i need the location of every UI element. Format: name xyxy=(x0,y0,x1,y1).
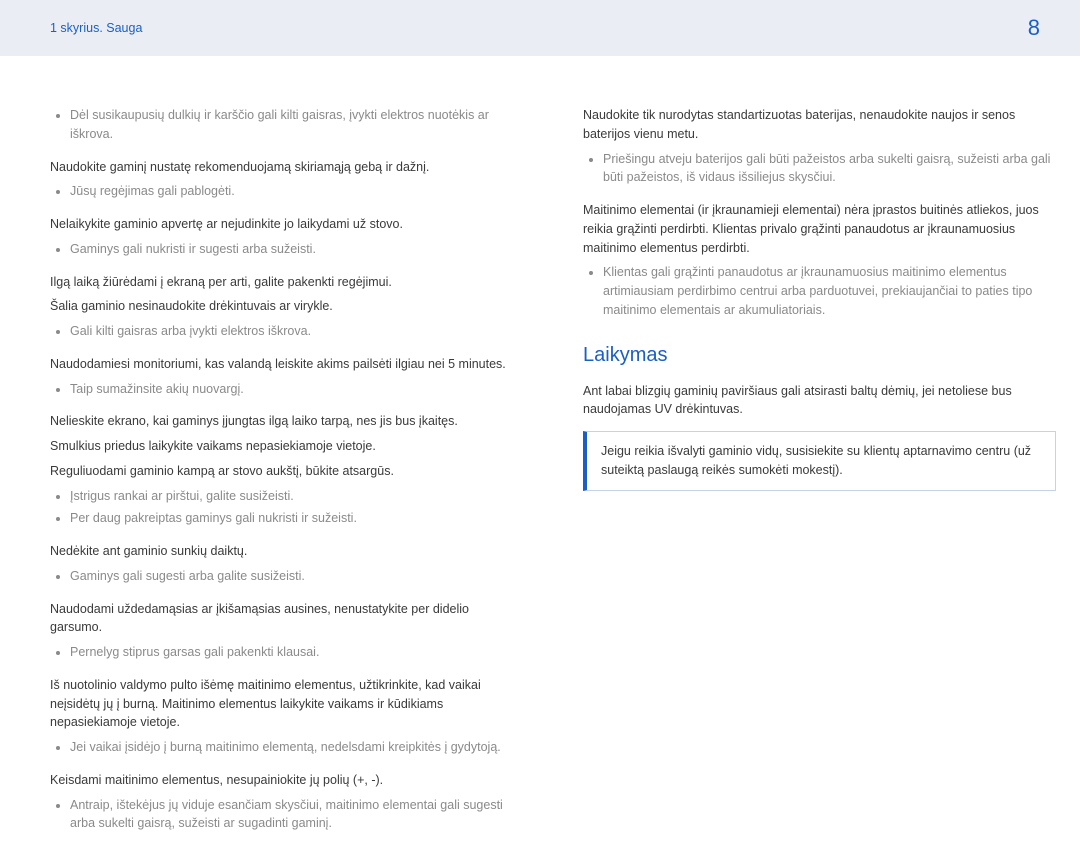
bullet-item: Klientas gali grąžinti panaudotus ar įkr… xyxy=(603,263,1056,319)
bullet-item: Dėl susikaupusių dulkių ir karščio gali … xyxy=(70,106,523,144)
right-column: Naudokite tik nurodytas standartizuotas … xyxy=(583,106,1056,847)
bullet-list: Pernelyg stiprus garsas gali pakenkti kl… xyxy=(50,643,523,662)
bullet-item: Gaminys gali sugesti arba galite susižei… xyxy=(70,567,523,586)
note-box: Jeigu reikia išvalyti gaminio vidų, susi… xyxy=(583,431,1056,491)
bullet-list: Taip sumažinsite akių nuovargį. xyxy=(50,380,523,399)
bullet-item: Gaminys gali nukristi ir sugesti arba su… xyxy=(70,240,523,259)
body-paragraph: Iš nuotolinio valdymo pulto išėmę maitin… xyxy=(50,676,523,732)
bullet-list: Klientas gali grąžinti panaudotus ar įkr… xyxy=(583,263,1056,319)
bullet-item: Įstrigus rankai ar pirštui, galite susiž… xyxy=(70,487,523,506)
section-title-laikymas: Laikymas xyxy=(583,340,1056,370)
section-body: Ant labai blizgių gaminių paviršiaus gal… xyxy=(583,382,1056,420)
body-paragraph: Naudodami uždedamąsias ar įkišamąsias au… xyxy=(50,600,523,638)
body-paragraph: Maitinimo elementai (ir įkraunamieji ele… xyxy=(583,201,1056,257)
body-paragraph: Ilgą laiką žiūrėdami į ekraną per arti, … xyxy=(50,273,523,292)
bullet-item: Jūsų regėjimas gali pablogėti. xyxy=(70,182,523,201)
left-column: Dėl susikaupusių dulkių ir karščio gali … xyxy=(50,106,523,847)
bullet-item: Antraip, ištekėjus jų viduje esančiam sk… xyxy=(70,796,523,834)
page-header: 1 skyrius. Sauga 8 xyxy=(0,0,1080,56)
bullet-list: Gaminys gali sugesti arba galite susižei… xyxy=(50,567,523,586)
bullet-list: Priešingu atveju baterijos gali būti paž… xyxy=(583,150,1056,188)
bullet-item: Priešingu atveju baterijos gali būti paž… xyxy=(603,150,1056,188)
bullet-list: Gali kilti gaisras arba įvykti elektros … xyxy=(50,322,523,341)
body-paragraph: Nedėkite ant gaminio sunkių daiktų. xyxy=(50,542,523,561)
body-paragraph: Nelieskite ekrano, kai gaminys įjungtas … xyxy=(50,412,523,431)
bullet-list: Dėl susikaupusių dulkių ir karščio gali … xyxy=(50,106,523,144)
body-paragraph: Šalia gaminio nesinaudokite drėkintuvais… xyxy=(50,297,523,316)
body-paragraph: Naudokite gaminį nustatę rekomenduojamą … xyxy=(50,158,523,177)
page-number: 8 xyxy=(1028,15,1040,41)
bullet-item: Taip sumažinsite akių nuovargį. xyxy=(70,380,523,399)
body-paragraph: Nelaikykite gaminio apvertę ar nejudinki… xyxy=(50,215,523,234)
body-paragraph: Reguliuodami gaminio kampą ar stovo aukš… xyxy=(50,462,523,481)
bullet-list: Antraip, ištekėjus jų viduje esančiam sk… xyxy=(50,796,523,834)
content-area: Dėl susikaupusių dulkių ir karščio gali … xyxy=(0,56,1080,847)
bullet-item: Pernelyg stiprus garsas gali pakenkti kl… xyxy=(70,643,523,662)
bullet-item: Gali kilti gaisras arba įvykti elektros … xyxy=(70,322,523,341)
bullet-list: Jei vaikai įsidėjo į burną maitinimo ele… xyxy=(50,738,523,757)
bullet-item: Jei vaikai įsidėjo į burną maitinimo ele… xyxy=(70,738,523,757)
body-paragraph: Naudodamiesi monitoriumi, kas valandą le… xyxy=(50,355,523,374)
bullet-list: Gaminys gali nukristi ir sugesti arba su… xyxy=(50,240,523,259)
body-paragraph: Keisdami maitinimo elementus, nesupainio… xyxy=(50,771,523,790)
body-paragraph: Smulkius priedus laikykite vaikams nepas… xyxy=(50,437,523,456)
bullet-list: Jūsų regėjimas gali pablogėti. xyxy=(50,182,523,201)
bullet-item: Per daug pakreiptas gaminys gali nukrist… xyxy=(70,509,523,528)
body-paragraph: Naudokite tik nurodytas standartizuotas … xyxy=(583,106,1056,144)
bullet-list: Įstrigus rankai ar pirštui, galite susiž… xyxy=(50,487,523,529)
breadcrumb: 1 skyrius. Sauga xyxy=(50,21,142,35)
